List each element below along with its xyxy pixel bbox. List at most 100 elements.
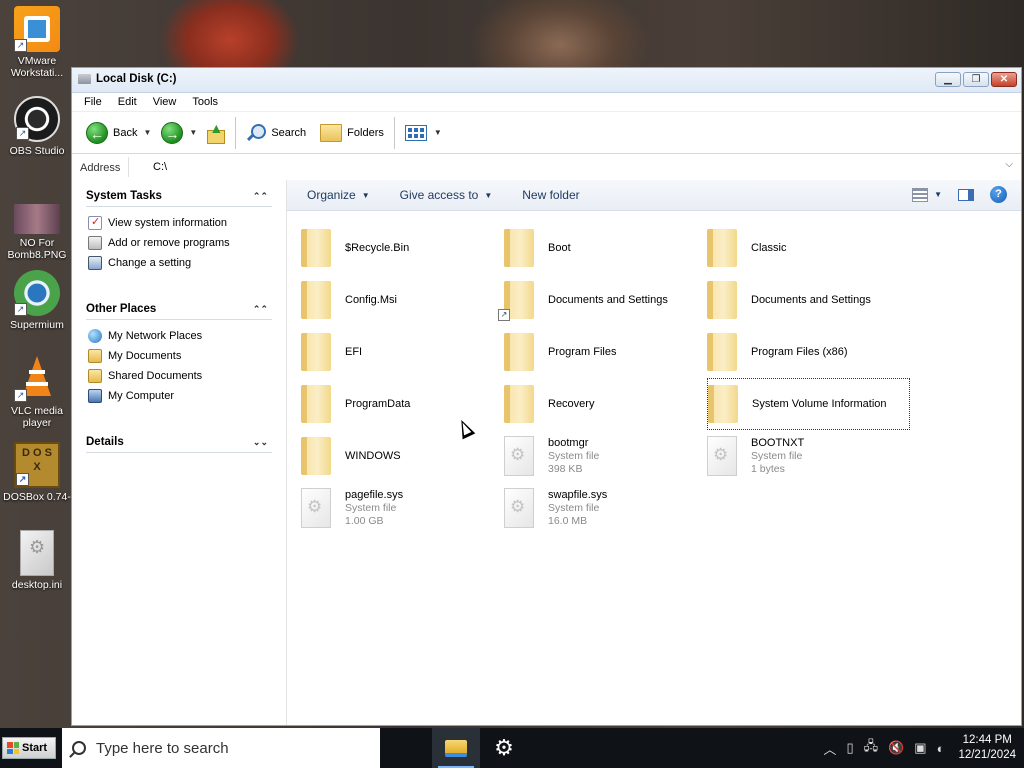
collapse-up-icon[interactable]: ⌃⌃	[253, 191, 268, 202]
desktop-icon-vlc[interactable]: ↗ VLC media player	[2, 356, 72, 429]
task-add-remove-programs[interactable]: Add or remove programs	[86, 233, 272, 253]
file-item[interactable]: bootmgrSystem file398 KB	[504, 430, 707, 482]
minimize-button[interactable]: ▁	[935, 72, 961, 87]
folder-icon	[708, 385, 738, 423]
back-button[interactable]: ← Back	[82, 118, 141, 148]
menu-file[interactable]: File	[84, 96, 102, 108]
item-size: 1.00 GB	[345, 514, 384, 527]
folder-item[interactable]: System Volume Information	[707, 378, 910, 430]
shortcut-arrow-icon: ↗	[16, 127, 29, 140]
dosbox-icon: D O SX ↗	[14, 442, 60, 488]
command-bar: Organize ▼ Give access to ▼ New folder ▼…	[287, 180, 1021, 211]
place-my-documents[interactable]: My Documents	[86, 346, 272, 366]
folder-item[interactable]: Recovery	[504, 378, 707, 430]
new-folder-button[interactable]: New folder	[522, 188, 579, 202]
drive-icon	[78, 74, 91, 84]
item-name: Documents and Settings	[548, 293, 668, 306]
maximize-button[interactable]: ❐	[963, 72, 989, 87]
volume-muted-icon[interactable]: 🔇	[888, 740, 904, 756]
folder-item[interactable]: Documents and Settings	[707, 274, 910, 326]
display-icon[interactable]: ▣	[914, 740, 926, 756]
task-change-setting[interactable]: Change a setting	[86, 253, 272, 273]
folder-item[interactable]: Program Files	[504, 326, 707, 378]
folder-item[interactable]: Documents and Settings	[498, 274, 707, 326]
view-options-icon[interactable]	[912, 187, 929, 202]
place-my-computer[interactable]: My Computer	[86, 386, 272, 406]
menu-tools[interactable]: Tools	[192, 96, 218, 108]
menu-edit[interactable]: Edit	[118, 96, 137, 108]
back-history-dropdown[interactable]: ▼	[143, 128, 151, 137]
desktop-icon-supermium[interactable]: ↗ Supermium	[2, 270, 72, 331]
address-input[interactable]: C:\ ⌵	[128, 157, 1019, 177]
search-button[interactable]: Search	[242, 118, 310, 148]
taskbar-search-input[interactable]: Type here to search	[62, 728, 380, 768]
computer-icon	[88, 389, 102, 403]
command-bar-right: ▼ ?	[912, 186, 1007, 203]
desktop-icon-dosbox[interactable]: D O SX ↗ DOSBox 0.74-	[2, 442, 72, 503]
search-icon	[246, 123, 267, 143]
views-icon	[404, 124, 427, 141]
item-name: BOOTNXT	[751, 436, 805, 449]
give-access-button[interactable]: Give access to ▼	[400, 188, 493, 202]
items-grid: $Recycle.Bin Boot Classic Config.Msi Documen…	[301, 222, 921, 534]
speech-icon[interactable]: ◐	[937, 741, 945, 756]
documents-folder-icon	[88, 349, 102, 363]
views-button[interactable]: ▼	[401, 118, 446, 148]
item-text: WINDOWS	[345, 450, 401, 463]
close-button[interactable]: ✕	[991, 72, 1017, 87]
file-explorer-icon	[445, 739, 467, 757]
other-places-header[interactable]: Other Places ⌃⌃	[86, 299, 272, 320]
desktop-icon-ini-file[interactable]: ⚙ desktop.ini	[2, 530, 72, 591]
shortcut-arrow-icon: ↗	[14, 303, 27, 316]
file-item[interactable]: BOOTNXTSystem file1 bytes	[707, 430, 910, 482]
chevron-down-icon[interactable]: ▼	[934, 190, 942, 199]
task-view-system-information[interactable]: View system information	[86, 213, 272, 233]
forward-history-dropdown[interactable]: ▼	[189, 128, 197, 137]
file-item[interactable]: swapfile.sysSystem file16.0 MB	[504, 482, 707, 534]
details-header[interactable]: Details ⌄⌄	[86, 432, 272, 453]
desktop-icon-image-file[interactable]: NO For Bomb8.PNG	[2, 198, 72, 261]
clock[interactable]: 12:44 PM 12/21/2024	[958, 733, 1016, 763]
item-text: Classic	[751, 242, 786, 255]
folder-item[interactable]: WINDOWS	[301, 430, 504, 482]
place-shared-documents[interactable]: Shared Documents	[86, 366, 272, 386]
folder-item[interactable]: Boot	[504, 222, 707, 274]
system-tasks-header[interactable]: System Tasks ⌃⌃	[86, 186, 272, 207]
folder-icon	[504, 333, 534, 371]
organize-button[interactable]: Organize ▼	[307, 188, 370, 202]
chevron-up-icon[interactable]: ︿	[823, 739, 836, 758]
desktop-icon-obs[interactable]: ↗ OBS Studio	[2, 96, 72, 157]
item-text: Documents and Settings	[548, 294, 668, 307]
file-item[interactable]: pagefile.sysSystem file1.00 GB	[301, 482, 504, 534]
folders-button[interactable]: Folders	[316, 118, 388, 148]
network-icon[interactable]: 🖧	[864, 737, 879, 759]
help-icon[interactable]: ?	[990, 186, 1007, 203]
collapse-up-icon[interactable]: ⌃⌃	[253, 304, 268, 315]
item-text: Program Files	[548, 346, 616, 359]
place-my-network-places[interactable]: My Network Places	[86, 326, 272, 346]
start-button[interactable]: Start	[2, 737, 56, 759]
folder-item[interactable]: ProgramData	[301, 378, 504, 430]
back-arrow-icon: ←	[86, 121, 108, 144]
taskbar-file-explorer[interactable]	[432, 728, 480, 768]
title-bar[interactable]: Local Disk (C:) ▁ ❐ ✕	[72, 68, 1021, 93]
preview-pane-icon[interactable]	[958, 188, 974, 201]
item-text: EFI	[345, 346, 362, 359]
item-name: System Volume Information	[752, 397, 887, 410]
menu-view[interactable]: View	[153, 96, 177, 108]
item-text: bootmgr System file 398 KB	[548, 437, 599, 476]
folder-item[interactable]: EFI	[301, 326, 504, 378]
folder-item[interactable]: $Recycle.Bin	[301, 222, 504, 274]
folder-item[interactable]: Config.Msi	[301, 274, 504, 326]
usb-icon[interactable]: ▯	[846, 740, 853, 756]
forward-button[interactable]: →	[157, 118, 187, 148]
chevron-down-icon[interactable]: ⌵	[1005, 159, 1013, 170]
up-button[interactable]	[201, 118, 229, 148]
shortcut-arrow-icon: ↗	[16, 473, 29, 486]
expand-down-icon[interactable]: ⌄⌄	[253, 437, 268, 448]
folder-item[interactable]: Program Files (x86)	[707, 326, 910, 378]
taskbar-settings[interactable]: ⚙	[480, 728, 528, 768]
desktop-icon-vmware[interactable]: ↗ VMware Workstati...	[2, 6, 72, 79]
window-title: Local Disk (C:)	[96, 73, 177, 85]
folder-item[interactable]: Classic	[707, 222, 910, 274]
